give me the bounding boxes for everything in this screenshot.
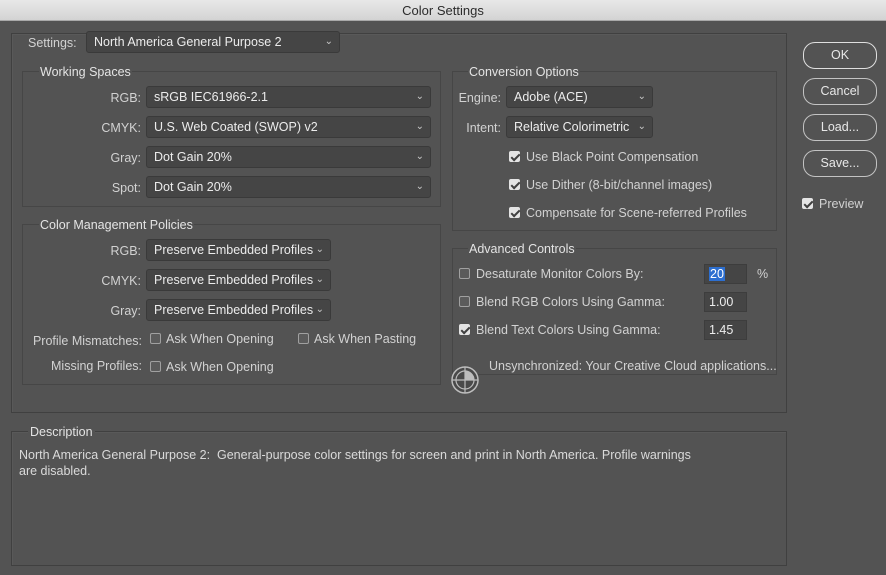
missing-opening-label: Ask When Opening: [166, 360, 274, 374]
ws-cmyk-label: CMYK:: [101, 121, 141, 135]
ws-cmyk-dropdown[interactable]: U.S. Web Coated (SWOP) v2 ⌄: [146, 116, 431, 138]
chevron-down-icon: ⌄: [415, 91, 424, 102]
chevron-down-icon: ⌄: [415, 181, 424, 192]
scene-referred-checkbox[interactable]: [509, 207, 520, 218]
load-button[interactable]: Load...: [803, 114, 877, 141]
intent-dropdown[interactable]: Relative Colorimetric ⌄: [506, 116, 653, 138]
missing-profiles-label: Missing Profiles:: [51, 359, 142, 373]
black-point-checkbox[interactable]: [509, 151, 520, 162]
policy-gray-value: Preserve Embedded Profiles: [154, 303, 314, 317]
mismatch-pasting-checkbox[interactable]: [298, 333, 309, 344]
engine-value: Adobe (ACE): [514, 90, 588, 104]
policy-rgb-label: RGB:: [110, 244, 141, 258]
blend-rgb-label: Blend RGB Colors Using Gamma:: [476, 295, 665, 309]
advanced-title: Advanced Controls: [468, 242, 576, 256]
sync-status-text: Unsynchronized: Your Creative Cloud appl…: [489, 359, 777, 373]
ws-rgb-dropdown[interactable]: sRGB IEC61966-2.1 ⌄: [146, 86, 431, 108]
blend-text-input[interactable]: 1.45: [704, 320, 747, 340]
policy-cmyk-label: CMYK:: [101, 274, 141, 288]
desaturate-unit: %: [757, 267, 769, 281]
policy-cmyk-value: Preserve Embedded Profiles: [154, 273, 314, 287]
chevron-down-icon: ⌄: [315, 244, 324, 255]
ws-cmyk-value: U.S. Web Coated (SWOP) v2: [154, 120, 318, 134]
ws-spot-label: Spot:: [111, 181, 141, 195]
blend-text-checkbox[interactable]: [459, 324, 470, 335]
chevron-down-icon: ⌄: [637, 121, 646, 132]
working-spaces-title: Working Spaces: [39, 65, 132, 79]
dither-label: Use Dither (8-bit/channel images): [526, 178, 713, 192]
ws-rgb-value: sRGB IEC61966-2.1: [154, 90, 268, 104]
policy-cmyk-dropdown[interactable]: Preserve Embedded Profiles ⌄: [146, 269, 331, 291]
chevron-down-icon: ⌄: [637, 91, 646, 102]
ok-button[interactable]: OK: [803, 42, 877, 69]
policy-gray-label: Gray:: [110, 304, 141, 318]
blend-rgb-input[interactable]: 1.00: [704, 292, 747, 312]
description-title: Description: [28, 425, 95, 439]
description-text: North America General Purpose 2: General…: [19, 448, 691, 478]
preview-label: Preview: [819, 197, 864, 211]
desaturate-input[interactable]: 20: [704, 264, 747, 284]
preview-checkbox[interactable]: [802, 198, 813, 209]
blend-rgb-value: 1.00: [709, 295, 734, 309]
policy-rgb-dropdown[interactable]: Preserve Embedded Profiles ⌄: [146, 239, 331, 261]
window-title: Color Settings: [0, 0, 886, 21]
ws-spot-value: Dot Gain 20%: [154, 180, 232, 194]
ws-spot-dropdown[interactable]: Dot Gain 20% ⌄: [146, 176, 431, 198]
conversion-title: Conversion Options: [468, 65, 580, 79]
policy-gray-dropdown[interactable]: Preserve Embedded Profiles ⌄: [146, 299, 331, 321]
scene-referred-label: Compensate for Scene-referred Profiles: [526, 206, 747, 220]
black-point-label: Use Black Point Compensation: [526, 150, 699, 164]
ws-rgb-label: RGB:: [110, 91, 141, 105]
blend-rgb-checkbox[interactable]: [459, 296, 470, 307]
ws-gray-value: Dot Gain 20%: [154, 150, 232, 164]
sync-globe-icon: [450, 365, 480, 395]
blend-text-value: 1.45: [709, 323, 734, 337]
save-button[interactable]: Save...: [803, 150, 877, 177]
missing-opening-checkbox[interactable]: [150, 361, 161, 372]
intent-label: Intent:: [466, 121, 501, 135]
chevron-down-icon: ⌄: [315, 304, 324, 315]
chevron-down-icon: ⌄: [415, 121, 424, 132]
settings-dropdown[interactable]: North America General Purpose 2 ⌄: [86, 31, 340, 53]
policy-rgb-value: Preserve Embedded Profiles: [154, 243, 314, 257]
chevron-down-icon: ⌄: [415, 151, 424, 162]
settings-value: North America General Purpose 2: [94, 35, 282, 49]
mismatch-opening-label: Ask When Opening: [166, 332, 274, 346]
blend-text-label: Blend Text Colors Using Gamma:: [476, 323, 661, 337]
engine-dropdown[interactable]: Adobe (ACE) ⌄: [506, 86, 653, 108]
chevron-down-icon: ⌄: [315, 274, 324, 285]
ws-gray-dropdown[interactable]: Dot Gain 20% ⌄: [146, 146, 431, 168]
ws-gray-label: Gray:: [110, 151, 141, 165]
desaturate-checkbox[interactable]: [459, 268, 470, 279]
mismatch-opening-checkbox[interactable]: [150, 333, 161, 344]
policies-title: Color Management Policies: [39, 218, 194, 232]
profile-mismatches-label: Profile Mismatches:: [32, 334, 142, 348]
engine-label: Engine:: [458, 91, 501, 105]
desaturate-value: 20: [709, 267, 725, 281]
mismatch-pasting-label: Ask When Pasting: [314, 332, 417, 346]
chevron-down-icon: ⌄: [324, 36, 333, 47]
settings-label: Settings:: [28, 36, 77, 50]
dither-checkbox[interactable]: [509, 179, 520, 190]
cancel-button[interactable]: Cancel: [803, 78, 877, 105]
intent-value: Relative Colorimetric: [514, 120, 630, 134]
desaturate-label: Desaturate Monitor Colors By:: [476, 267, 644, 281]
